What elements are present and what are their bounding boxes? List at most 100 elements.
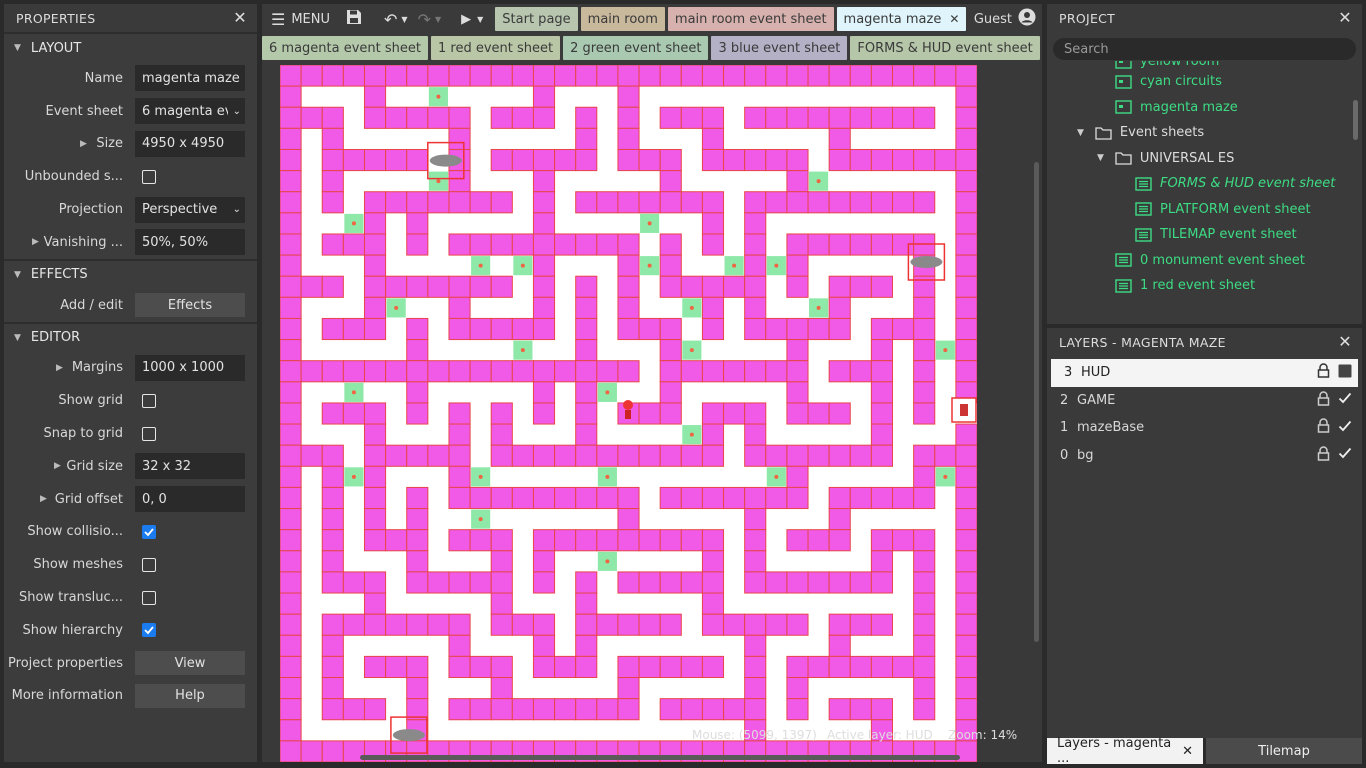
layer-row[interactable]: 3 HUD xyxy=(1051,359,1358,387)
view-button[interactable]: View xyxy=(135,651,245,676)
tab-2-green-event-sheet[interactable]: 2 green event sheet xyxy=(563,36,709,60)
coin-pickup[interactable] xyxy=(597,467,617,487)
show-translucent-checkbox[interactable] xyxy=(142,590,156,605)
tab-3-blue-event-sheet[interactable]: 3 blue event sheet xyxy=(711,36,848,60)
name-input[interactable]: magenta maze xyxy=(135,65,245,92)
tree-item[interactable]: 1 red event sheet xyxy=(1047,273,1347,299)
coin-pickup[interactable] xyxy=(935,340,955,360)
preview-button[interactable]: ▶ ▼ xyxy=(461,4,483,34)
coin-pickup[interactable] xyxy=(471,256,491,276)
close-icon[interactable]: ✕ xyxy=(1338,10,1352,26)
coin-pickup[interactable] xyxy=(344,382,364,402)
section-layout[interactable]: ▼ LAYOUT xyxy=(4,32,257,62)
coin-pickup[interactable] xyxy=(766,467,786,487)
tree-item[interactable]: ▼ UNIVERSAL ES xyxy=(1047,146,1347,172)
coin-pickup[interactable] xyxy=(682,298,702,318)
horizontal-scrollbar[interactable] xyxy=(360,755,960,760)
expand-arrow-icon[interactable]: ▼ xyxy=(1097,153,1104,163)
visibility-checkbox[interactable] xyxy=(1338,419,1352,437)
projection-select[interactable]: Perspective ⌄ xyxy=(135,196,245,223)
coin-pickup[interactable] xyxy=(471,467,491,487)
expand-arrow-icon[interactable]: ▶ xyxy=(40,494,47,504)
lock-icon[interactable] xyxy=(1317,418,1330,437)
maze-layout[interactable] xyxy=(279,64,1042,762)
tree-item[interactable]: yellow room xyxy=(1047,61,1347,69)
close-icon[interactable]: ✕ xyxy=(233,10,247,26)
coin-pickup[interactable] xyxy=(724,256,744,276)
coin-pickup[interactable] xyxy=(428,87,448,107)
tree-item[interactable]: TILEMAP event sheet xyxy=(1047,222,1347,248)
tab-main-room[interactable]: main room xyxy=(580,7,665,31)
coin-pickup[interactable] xyxy=(597,551,617,571)
coin-pickup[interactable] xyxy=(682,340,702,360)
event-sheet-select[interactable]: 6 magenta eve ⌄ xyxy=(135,98,245,125)
tab-start-page[interactable]: Start page xyxy=(495,7,578,31)
tilemap-tab[interactable]: Tilemap xyxy=(1206,738,1362,764)
coin-pickup[interactable] xyxy=(809,298,829,318)
coin-pickup[interactable] xyxy=(640,213,660,233)
lock-icon[interactable] xyxy=(1317,363,1330,382)
lock-icon[interactable] xyxy=(1317,391,1330,410)
visibility-checkbox[interactable] xyxy=(1338,446,1352,464)
show-hierarchy-checkbox[interactable] xyxy=(142,623,156,638)
close-icon[interactable]: ✕ xyxy=(1182,744,1193,759)
menu-button[interactable]: ☰ MENU xyxy=(262,4,330,34)
redo-button[interactable]: ↷ ▼ xyxy=(418,4,442,34)
project-scrollbar[interactable] xyxy=(1353,100,1358,140)
close-icon[interactable]: ✕ xyxy=(949,12,959,26)
tree-item[interactable]: ▼ Event sheets xyxy=(1047,120,1347,146)
effects-button[interactable]: Effects xyxy=(135,293,245,318)
visibility-checkbox[interactable] xyxy=(1338,364,1352,382)
search-input[interactable]: Search xyxy=(1053,38,1356,60)
coin-pickup[interactable] xyxy=(935,467,955,487)
tree-item[interactable]: 0 monument event sheet xyxy=(1047,248,1347,274)
layer-row[interactable]: 1 mazeBase xyxy=(1047,414,1362,442)
expand-arrow-icon[interactable]: ▶ xyxy=(32,237,39,247)
coin-pickup[interactable] xyxy=(386,298,406,318)
show-collision-checkbox[interactable] xyxy=(142,524,156,539)
layout-canvas[interactable]: Mouse: (5099, 1397) Active layer: HUD Zo… xyxy=(262,62,1042,762)
coin-pickup[interactable] xyxy=(344,467,364,487)
tree-item[interactable]: FORMS & HUD event sheet xyxy=(1047,171,1347,197)
tab-main-room-event-sheet[interactable]: main room event sheet xyxy=(667,7,834,31)
snap-grid-checkbox[interactable] xyxy=(142,426,156,441)
visibility-checkbox[interactable] xyxy=(1338,391,1352,409)
exit-door[interactable] xyxy=(951,397,977,423)
expand-arrow-icon[interactable]: ▶ xyxy=(56,363,63,373)
coin-pickup[interactable] xyxy=(809,171,829,191)
user-menu[interactable]: Guest xyxy=(974,4,1036,34)
layers-tab[interactable]: Layers - magenta ... ✕ xyxy=(1047,736,1203,766)
undo-button[interactable]: ↶ ▼ xyxy=(384,4,408,34)
grid-size-input[interactable]: 32 x 32 xyxy=(135,453,245,480)
close-icon[interactable]: ✕ xyxy=(1338,334,1352,350)
layer-row[interactable]: 0 bg xyxy=(1047,442,1362,470)
show-grid-checkbox[interactable] xyxy=(142,393,156,408)
size-input[interactable]: 4950 x 4950 xyxy=(135,130,245,157)
vertical-scrollbar[interactable] xyxy=(1034,162,1039,642)
tree-item[interactable]: PLATFORM event sheet xyxy=(1047,197,1347,223)
grid-offset-input[interactable]: 0, 0 xyxy=(135,486,245,513)
tab-6-magenta-event-sheet[interactable]: 6 magenta event sheet xyxy=(262,36,428,60)
expand-arrow-icon[interactable]: ▶ xyxy=(54,461,61,471)
coin-pickup[interactable] xyxy=(344,213,364,233)
coin-pickup[interactable] xyxy=(640,256,660,276)
coin-pickup[interactable] xyxy=(428,171,448,191)
unbounded-checkbox[interactable] xyxy=(142,169,156,184)
section-editor[interactable]: ▼ EDITOR xyxy=(4,321,257,352)
tab-1-red-event-sheet[interactable]: 1 red event sheet xyxy=(430,36,561,60)
show-meshes-checkbox[interactable] xyxy=(142,557,156,572)
save-button[interactable] xyxy=(346,4,362,34)
vanishing-input[interactable]: 50%, 50% xyxy=(135,229,245,256)
lock-icon[interactable] xyxy=(1317,446,1330,465)
margins-input[interactable]: 1000 x 1000 xyxy=(135,354,245,381)
layer-row[interactable]: 2 GAME xyxy=(1047,387,1362,415)
coin-pickup[interactable] xyxy=(513,340,533,360)
coin-pickup[interactable] xyxy=(471,509,491,529)
section-effects[interactable]: ▼ EFFECTS xyxy=(4,258,257,289)
coin-pickup[interactable] xyxy=(513,256,533,276)
expand-arrow-icon[interactable]: ▶ xyxy=(80,139,87,149)
help-button[interactable]: Help xyxy=(135,683,245,708)
tab-forms-hud-event-sheet[interactable]: FORMS & HUD event sheet xyxy=(850,36,1040,60)
expand-arrow-icon[interactable]: ▼ xyxy=(1077,128,1084,138)
tree-item[interactable]: magenta maze xyxy=(1047,95,1347,121)
